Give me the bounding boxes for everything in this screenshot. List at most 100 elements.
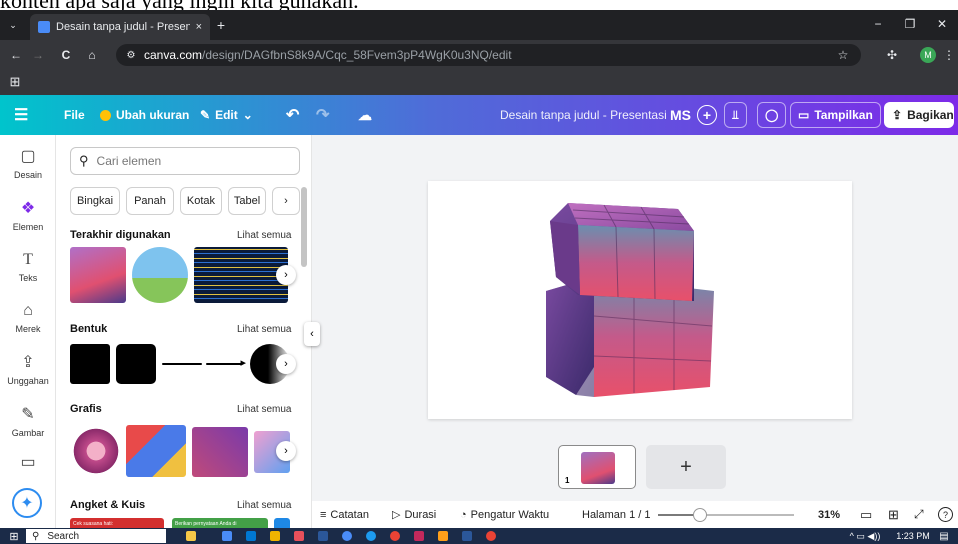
quiz-card-third[interactable] bbox=[274, 518, 290, 528]
see-all-quiz-link[interactable]: Lihat semua bbox=[237, 500, 291, 511]
collaborator-avatar[interactable]: MS bbox=[670, 95, 691, 135]
undo-button[interactable]: ↶ bbox=[286, 95, 299, 135]
chip-tabel[interactable]: Tabel bbox=[228, 187, 266, 215]
share-button[interactable]: ⇪ Bagikan bbox=[884, 102, 954, 128]
zoom-slider-knob[interactable] bbox=[693, 508, 707, 522]
see-all-recent-link[interactable]: Lihat semua bbox=[237, 230, 291, 241]
duration-button[interactable]: ▷ Durasi bbox=[392, 501, 436, 528]
file-menu[interactable]: File bbox=[64, 95, 85, 135]
analytics-icon[interactable]: ⫫ bbox=[724, 102, 747, 128]
redo-button[interactable]: ↷ bbox=[316, 95, 329, 135]
clock-time[interactable]: 1:23 PM bbox=[894, 530, 932, 542]
taskbar-search[interactable]: ⚲ Search bbox=[26, 529, 166, 543]
chip-kotak[interactable]: Kotak bbox=[180, 187, 222, 215]
sidebar-item-teks[interactable]: T Teks bbox=[0, 250, 56, 283]
tab-search-icon[interactable]: ⌄ bbox=[6, 18, 20, 32]
forward-icon[interactable]: → bbox=[30, 47, 46, 63]
file-explorer-icon[interactable] bbox=[270, 531, 280, 541]
see-all-shapes-link[interactable]: Lihat semua bbox=[237, 324, 291, 335]
tab-close-icon[interactable]: × bbox=[196, 21, 202, 33]
square-shape[interactable] bbox=[70, 344, 110, 384]
recent-landscape-thumb[interactable] bbox=[132, 247, 188, 303]
graphics-scroll-arrow[interactable]: › bbox=[276, 441, 296, 461]
gears-graphic[interactable] bbox=[70, 425, 122, 477]
present-button[interactable]: ▭ Tampilkan bbox=[790, 102, 881, 128]
browser-icon[interactable] bbox=[366, 531, 376, 541]
chip-scroll-next[interactable]: › bbox=[272, 187, 300, 215]
sidebar-item-gambar[interactable]: ✎ Gambar bbox=[0, 405, 56, 438]
mail-icon[interactable] bbox=[294, 531, 304, 541]
add-collaborator-button[interactable]: + bbox=[697, 105, 717, 125]
sidebar-item-folder[interactable]: ▭ bbox=[0, 453, 56, 476]
page-view-icon[interactable]: ▭ bbox=[860, 501, 872, 528]
recent-cube-thumb[interactable] bbox=[70, 247, 126, 303]
collapse-panel-button[interactable]: ‹ bbox=[304, 322, 320, 346]
recent-scroll-arrow[interactable]: › bbox=[276, 265, 296, 285]
bookmark-star-icon[interactable]: ☆ bbox=[835, 47, 851, 63]
puzzle-graphic[interactable] bbox=[192, 427, 248, 477]
see-all-graphics-link[interactable]: Lihat semua bbox=[237, 404, 291, 415]
weather-icon[interactable] bbox=[186, 531, 196, 541]
word-doc-icon[interactable] bbox=[462, 531, 472, 541]
extensions-icon[interactable]: ✣ bbox=[884, 47, 900, 63]
notes-button[interactable]: ≡ Catatan bbox=[320, 501, 369, 528]
chip-panah[interactable]: Panah bbox=[126, 187, 174, 215]
rubik-cube-image[interactable] bbox=[428, 181, 852, 419]
grid-view-icon[interactable]: ⊞ bbox=[888, 501, 899, 528]
browser-menu-icon[interactable]: ⋮ bbox=[943, 47, 955, 63]
comment-icon[interactable]: ◯ bbox=[757, 102, 787, 128]
notifications-icon[interactable]: ▤ bbox=[938, 530, 950, 542]
edit-menu[interactable]: ✎ Edit ⌄ bbox=[200, 95, 253, 135]
apps-grid-icon[interactable]: ⊞ bbox=[8, 74, 22, 89]
sidebar-item-desain[interactable]: ▢ Desain bbox=[0, 147, 56, 180]
sidebar-item-elemen[interactable]: ❖ Elemen bbox=[0, 199, 56, 232]
document-title[interactable]: Desain tanpa judul - Presentasi bbox=[500, 95, 667, 135]
task-view-icon[interactable] bbox=[222, 531, 232, 541]
system-tray-icons[interactable]: ^ ▭ ◀)) bbox=[840, 530, 890, 542]
slide-canvas[interactable] bbox=[428, 181, 852, 419]
panel-scrollbar-thumb[interactable] bbox=[301, 187, 307, 267]
minimize-button[interactable]: − bbox=[870, 16, 886, 32]
add-page-button[interactable]: + bbox=[646, 445, 726, 489]
site-info-icon[interactable]: ⚙ bbox=[124, 48, 138, 62]
zoom-slider[interactable] bbox=[658, 508, 794, 522]
shapes-scroll-arrow[interactable]: › bbox=[276, 354, 296, 374]
magic-assistant-button[interactable]: ✦ bbox=[12, 488, 42, 518]
photos-icon[interactable] bbox=[414, 531, 424, 541]
cloud-save-icon[interactable]: ☁ bbox=[358, 95, 372, 135]
quiz-card-mood[interactable]: Cek suasana hati: bbox=[70, 518, 164, 528]
recent-code-thumb[interactable] bbox=[194, 247, 288, 303]
maximize-button[interactable]: ❐ bbox=[902, 16, 918, 32]
new-tab-button[interactable]: + bbox=[214, 17, 228, 33]
close-window-button[interactable]: ✕ bbox=[934, 16, 950, 32]
back-icon[interactable]: ← bbox=[8, 47, 24, 63]
url-field[interactable]: ⚙ canva.com/design/DAGfbnS8k9A/Cqc_58Fve… bbox=[116, 44, 861, 66]
arrow-line-shape[interactable]: ▸ bbox=[206, 357, 246, 369]
search-input[interactable]: ⚲ Cari elemen bbox=[70, 147, 300, 175]
line-shape[interactable] bbox=[162, 363, 202, 365]
browser-tab[interactable]: Desain tanpa judul - Presentasi × bbox=[30, 14, 210, 40]
help-button[interactable]: ? bbox=[938, 507, 953, 522]
page-thumbnail[interactable]: 1 bbox=[558, 445, 636, 489]
chrome-profile-icon[interactable] bbox=[390, 531, 400, 541]
word-icon[interactable] bbox=[318, 531, 328, 541]
page-indicator[interactable]: Halaman 1 / 1 bbox=[582, 501, 650, 528]
quiz-card-statement[interactable]: Berikan pernyataan Anda di bbox=[172, 518, 268, 528]
windows-start-icon[interactable]: ⊞ bbox=[8, 530, 20, 543]
zoom-percentage[interactable]: 31% bbox=[818, 501, 840, 528]
chrome-active-icon[interactable] bbox=[486, 531, 496, 541]
reload-icon[interactable]: C bbox=[58, 47, 74, 63]
home-icon[interactable]: ⌂ bbox=[84, 47, 100, 63]
sidebar-item-merek[interactable]: ⌂ Merek bbox=[0, 301, 56, 334]
fullscreen-icon[interactable]: ⤢ bbox=[914, 501, 924, 528]
profile-avatar[interactable]: M bbox=[920, 47, 936, 63]
cube-graphic[interactable] bbox=[126, 425, 186, 477]
timer-button[interactable]: ◔ Pengatur Waktu bbox=[460, 501, 549, 528]
chrome-icon[interactable] bbox=[342, 531, 352, 541]
rounded-square-shape[interactable] bbox=[116, 344, 156, 384]
vscode-icon[interactable] bbox=[246, 531, 256, 541]
chip-bingkai[interactable]: Bingkai bbox=[70, 187, 120, 215]
store-icon[interactable] bbox=[438, 531, 448, 541]
sidebar-item-unggahan[interactable]: ⇪ Unggahan bbox=[0, 353, 56, 386]
resize-button[interactable]: Ubah ukuran bbox=[100, 95, 189, 135]
